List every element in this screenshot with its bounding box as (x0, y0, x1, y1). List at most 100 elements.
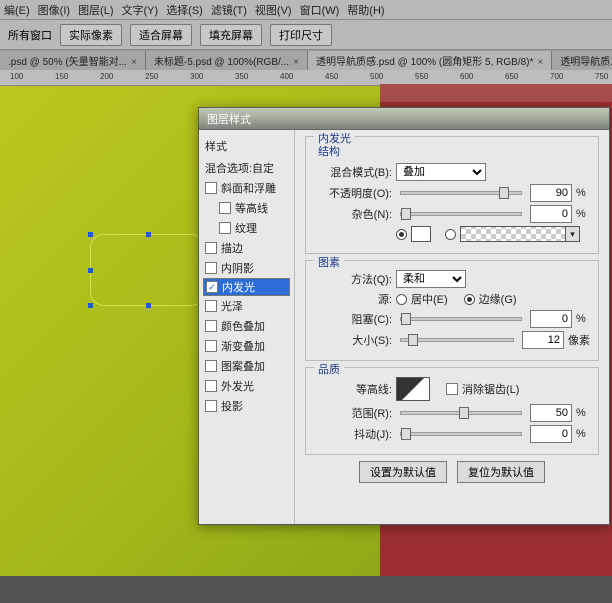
checkbox[interactable] (205, 380, 217, 392)
checkbox[interactable] (205, 340, 217, 352)
menu-help[interactable]: 帮助(H) (347, 2, 384, 18)
unit-pct: % (576, 208, 590, 220)
style-color-overlay[interactable]: 颜色叠加 (203, 316, 290, 336)
print-size-button[interactable]: 打印尺寸 (270, 24, 332, 46)
chevron-down-icon[interactable]: ▾ (565, 227, 579, 241)
style-inner-shadow[interactable]: 内阴影 (203, 258, 290, 278)
inner-glow-panel: 内发光 结构 混合模式(B): 叠加 不透明度(O): % 杂色(N): % (295, 130, 609, 524)
choke-input[interactable] (530, 310, 572, 328)
gradient-radio[interactable] (445, 229, 456, 240)
style-outer-glow[interactable]: 外发光 (203, 376, 290, 396)
color-swatch[interactable] (411, 226, 431, 242)
close-icon[interactable]: × (537, 57, 543, 68)
selected-shape[interactable] (90, 234, 205, 306)
style-drop-shadow[interactable]: 投影 (203, 396, 290, 416)
noise-input[interactable] (530, 205, 572, 223)
method-select[interactable]: 柔和 (396, 270, 466, 288)
style-bevel[interactable]: 斜面和浮雕 (203, 178, 290, 198)
antialias-label: 消除锯齿(L) (462, 381, 519, 397)
unit-pct: % (576, 407, 590, 419)
checkbox[interactable] (205, 242, 217, 254)
method-label: 方法(Q): (314, 271, 392, 287)
jitter-input[interactable] (530, 425, 572, 443)
group-quality: 品质 等高线: 消除锯齿(L) 范围(R): % 抖动(J): (305, 367, 599, 455)
dialog-titlebar[interactable]: 图层样式 (199, 108, 609, 130)
menu-window[interactable]: 窗口(W) (300, 2, 340, 18)
group-elements-label: 图素 (314, 254, 344, 270)
make-default-button[interactable]: 设置为默认值 (359, 461, 447, 483)
blend-mode-label: 混合模式(B): (314, 164, 392, 180)
checkbox[interactable] (205, 182, 217, 194)
menu-bar: 編(E) 图像(I) 图层(L) 文字(Y) 选择(S) 滤镜(T) 视图(V)… (0, 0, 612, 20)
resize-handle[interactable] (88, 268, 93, 273)
blend-mode-select[interactable]: 叠加 (396, 163, 486, 181)
noise-label: 杂色(N): (314, 206, 392, 222)
menu-image[interactable]: 图像(I) (38, 2, 70, 18)
menu-filter[interactable]: 滤镜(T) (211, 2, 247, 18)
unit-px: 像素 (568, 332, 590, 348)
range-input[interactable] (530, 404, 572, 422)
group-structure: 内发光 结构 混合模式(B): 叠加 不透明度(O): % 杂色(N): % (305, 136, 599, 254)
resize-handle[interactable] (88, 232, 93, 237)
resize-handle[interactable] (88, 303, 93, 308)
checkbox[interactable] (205, 360, 217, 372)
resize-handle[interactable] (146, 303, 151, 308)
doc-tab-4[interactable]: 透明导航质... (552, 51, 612, 70)
size-slider[interactable] (400, 338, 514, 342)
antialias-checkbox[interactable] (446, 383, 458, 395)
opacity-input[interactable] (530, 184, 572, 202)
contour-picker[interactable] (396, 377, 430, 401)
noise-slider[interactable] (400, 212, 522, 216)
unit-pct: % (576, 428, 590, 440)
range-slider[interactable] (400, 411, 522, 415)
source-center-label: 居中(E) (411, 291, 448, 307)
checkbox[interactable] (219, 222, 231, 234)
size-label: 大小(S): (314, 332, 392, 348)
group-elements: 图素 方法(Q): 柔和 源: 居中(E) 边缘(G) 阻塞(C): (305, 260, 599, 361)
style-stroke[interactable]: 描边 (203, 238, 290, 258)
style-contour[interactable]: 等高线 (203, 198, 290, 218)
checkbox[interactable] (205, 400, 217, 412)
style-inner-glow[interactable]: ✓内发光 (203, 278, 290, 296)
panel-title: 内发光 (314, 130, 355, 146)
menu-layer[interactable]: 图层(L) (78, 2, 113, 18)
unit-pct: % (576, 313, 590, 325)
checkbox[interactable] (205, 262, 217, 274)
style-pattern-overlay[interactable]: 图案叠加 (203, 356, 290, 376)
close-icon[interactable]: × (293, 57, 299, 68)
doc-tab-1[interactable]: .psd @ 50% (矢量智能对...× (0, 51, 146, 70)
style-satin[interactable]: 光泽 (203, 296, 290, 316)
style-texture[interactable]: 纹理 (203, 218, 290, 238)
styles-list: 样式 混合选项:自定 斜面和浮雕 等高线 纹理 描边 内阴影 ✓内发光 光泽 颜… (199, 130, 295, 524)
checkbox[interactable] (219, 202, 231, 214)
reset-default-button[interactable]: 复位为默认值 (457, 461, 545, 483)
style-gradient-overlay[interactable]: 渐变叠加 (203, 336, 290, 356)
menu-edit[interactable]: 編(E) (4, 2, 30, 18)
doc-tab-2[interactable]: 未标题-5.psd @ 100%(RGB/...× (146, 51, 308, 70)
choke-slider[interactable] (400, 317, 522, 321)
source-center-radio[interactable] (396, 294, 407, 305)
menu-view[interactable]: 视图(V) (255, 2, 292, 18)
fit-screen-button[interactable]: 适合屏幕 (130, 24, 192, 46)
resize-handle[interactable] (146, 232, 151, 237)
menu-select[interactable]: 选择(S) (166, 2, 203, 18)
menu-type[interactable]: 文字(Y) (122, 2, 159, 18)
doc-tab-3[interactable]: 透明导航质感.psd @ 100% (圆角矩形 5, RGB/8)*× (308, 51, 552, 70)
color-radio[interactable] (396, 229, 407, 240)
checkbox[interactable] (205, 320, 217, 332)
gradient-picker[interactable]: ▾ (460, 226, 580, 242)
opacity-label: 不透明度(O): (314, 185, 392, 201)
actual-pixels-button[interactable]: 实际像素 (60, 24, 122, 46)
close-icon[interactable]: × (131, 57, 137, 68)
checkbox[interactable]: ✓ (206, 281, 218, 293)
layer-style-dialog: 图层样式 样式 混合选项:自定 斜面和浮雕 等高线 纹理 描边 内阴影 ✓内发光… (198, 107, 610, 525)
blending-options-row[interactable]: 混合选项:自定 (203, 158, 290, 178)
fill-screen-button[interactable]: 填充屏幕 (200, 24, 262, 46)
jitter-slider[interactable] (400, 432, 522, 436)
styles-header[interactable]: 样式 (203, 136, 290, 158)
size-input[interactable] (522, 331, 564, 349)
source-edge-radio[interactable] (464, 294, 475, 305)
options-bar: 所有窗口 实际像素 适合屏幕 填充屏幕 打印尺寸 (0, 20, 612, 50)
checkbox[interactable] (205, 300, 217, 312)
opacity-slider[interactable] (400, 191, 522, 195)
